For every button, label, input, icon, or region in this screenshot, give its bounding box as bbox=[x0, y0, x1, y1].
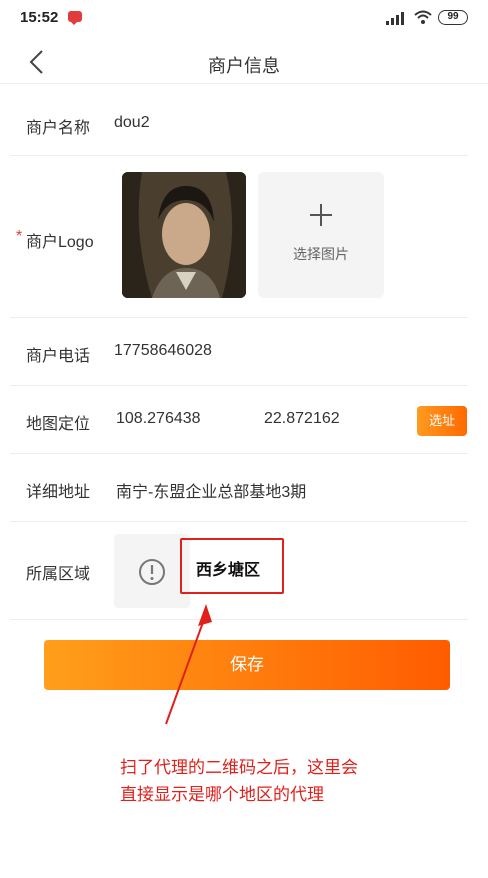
merchant-form: 商户名称 dou2 * 商户Logo 选择图片 商户电话 17758646028… bbox=[10, 90, 468, 620]
merchant-name-value[interactable]: dou2 bbox=[114, 114, 150, 132]
status-time: 15:52 bbox=[20, 9, 59, 26]
annotation-text: 扫了代理的二维码之后，这里会 直接显示是哪个地区的代理 bbox=[120, 754, 460, 808]
merchant-name-row: 商户名称 dou2 bbox=[10, 90, 468, 156]
merchant-logo-label: 商户Logo bbox=[26, 234, 94, 251]
region-value: 西乡塘区 bbox=[196, 562, 261, 579]
battery-icon: 99 bbox=[438, 10, 468, 25]
address-value[interactable]: 南宁-东盟企业总部基地3期 bbox=[116, 478, 306, 502]
save-button[interactable]: 保存 bbox=[44, 640, 450, 690]
select-location-button[interactable]: 选址 bbox=[417, 406, 467, 436]
address-row: 详细地址 南宁-东盟企业总部基地3期 bbox=[10, 454, 468, 522]
merchant-info-page: 15:52 99 商户信息 商户名称 dou2 * 商户Logo 选择图片 商户… bbox=[0, 0, 488, 878]
region-label: 所属区域 bbox=[26, 566, 91, 583]
latitude-value[interactable]: 22.872162 bbox=[264, 410, 340, 428]
page-title: 商户信息 bbox=[208, 56, 280, 76]
annotation-line-2: 直接显示是哪个地区的代理 bbox=[120, 785, 324, 804]
annotation-arrow bbox=[165, 604, 212, 725]
add-image-label: 选择图片 bbox=[293, 246, 349, 262]
longitude-value[interactable]: 108.276438 bbox=[116, 410, 201, 428]
merchant-logo-image[interactable] bbox=[122, 172, 246, 298]
wifi-icon bbox=[414, 10, 432, 24]
address-label: 详细地址 bbox=[26, 484, 91, 501]
merchant-name-label: 商户名称 bbox=[26, 120, 91, 137]
info-icon bbox=[139, 559, 165, 585]
region-placeholder bbox=[114, 534, 190, 608]
merchant-phone-value[interactable]: 17758646028 bbox=[114, 342, 212, 360]
add-image-button[interactable]: 选择图片 bbox=[258, 172, 384, 298]
region-highlight-box: 西乡塘区 bbox=[180, 538, 284, 594]
signal-icon bbox=[386, 12, 404, 25]
merchant-phone-label: 商户电话 bbox=[26, 348, 91, 365]
required-mark: * bbox=[16, 228, 23, 245]
merchant-logo-row: * 商户Logo 选择图片 bbox=[10, 156, 468, 318]
map-location-label: 地图定位 bbox=[26, 416, 91, 433]
region-row: 所属区域 西乡塘区 bbox=[10, 522, 468, 620]
message-notification-icon bbox=[68, 11, 82, 25]
plus-icon bbox=[310, 204, 332, 226]
status-bar: 15:52 99 bbox=[0, 0, 488, 36]
nav-bar: 商户信息 bbox=[0, 40, 488, 84]
annotation-line-1: 扫了代理的二维码之后，这里会 bbox=[120, 758, 358, 777]
map-location-row: 地图定位 108.276438 22.872162 选址 bbox=[10, 386, 468, 454]
merchant-phone-row: 商户电话 17758646028 bbox=[10, 318, 468, 386]
